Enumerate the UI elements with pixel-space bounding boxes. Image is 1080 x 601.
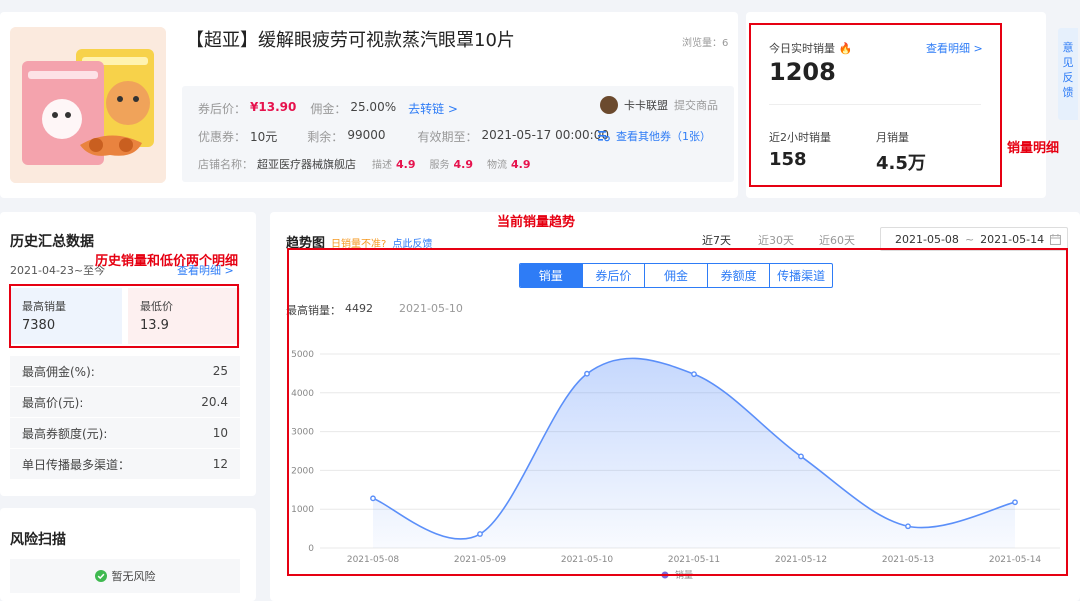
service-score: 4.9 xyxy=(453,158,474,171)
commission-value: 25.00% xyxy=(350,100,397,114)
trend-chart-highlight xyxy=(287,248,1068,576)
date-start: 2021-05-08 xyxy=(895,232,959,246)
shop-name[interactable]: 超亚医疗器械旗舰店 xyxy=(257,156,356,172)
current-trend-note: 当前销量趋势 xyxy=(497,215,576,230)
feedback-side-tab[interactable]: 意见反馈 xyxy=(1058,28,1078,120)
date-separator: ~ xyxy=(964,232,975,246)
history-row-label: 最高价(元): xyxy=(22,395,84,410)
alliance-row: 卡卡联盟 提交商品 xyxy=(600,96,718,114)
history-row-value: 12 xyxy=(212,457,228,471)
logistics-score: 4.9 xyxy=(511,158,531,171)
risk-title: 风险扫描 xyxy=(10,532,66,548)
remaining-label: 剩余： xyxy=(307,130,344,144)
logistics-label: 物流 xyxy=(487,160,507,171)
desc-label: 描述 xyxy=(372,160,392,171)
history-row-max-channels: 单日传播最多渠道： 12 xyxy=(10,449,240,479)
coupon-label: 优惠券： xyxy=(198,130,247,144)
service-label: 服务 xyxy=(429,160,450,171)
risk-status: 暂无风险 xyxy=(111,570,156,583)
alliance-avatar xyxy=(600,96,618,114)
shop-row: 店铺名称： 超亚医疗器械旗舰店 描述 4.9 服务 4.9 物流 4.9 xyxy=(198,156,531,172)
other-coupons-link[interactable]: 查看其他券（1张） xyxy=(598,128,711,144)
coupon-row: 优惠券： 10元 剩余： 99000 有效期至： 2021-05-17 00:0… xyxy=(198,128,609,145)
sales-detail-note: 销量明细 xyxy=(1007,141,1060,156)
product-image[interactable] xyxy=(10,27,166,183)
history-row-label: 最高佣金(%): xyxy=(22,364,95,379)
price-label: 券后价： xyxy=(198,102,247,116)
commission-label: 佣金： xyxy=(310,102,347,116)
alliance-name[interactable]: 卡卡联盟 xyxy=(624,97,668,113)
product-image-graphic xyxy=(10,27,166,183)
history-row-label: 最高券额度(元): xyxy=(22,426,108,441)
price-row: 券后价： ¥13.90 佣金： 25.00% 去转链 > xyxy=(198,100,458,117)
valid-value: 2021-05-17 00:00:00 xyxy=(481,128,609,142)
history-row-max-price: 最高价(元): 20.4 xyxy=(10,387,240,417)
coupon-list-icon xyxy=(598,131,610,142)
history-row-value: 25 xyxy=(212,364,228,378)
range-60d[interactable]: 近60天 xyxy=(819,232,855,248)
price-value: ¥13.90 xyxy=(250,100,297,114)
shop-label: 店铺名称： xyxy=(198,158,253,171)
sales-detail-highlight xyxy=(749,23,1002,187)
history-row-max-commission: 最高佣金(%): 25 xyxy=(10,356,240,386)
risk-status-box: 暂无风险 xyxy=(10,559,240,593)
remaining-value: 99000 xyxy=(347,128,386,142)
range-30d[interactable]: 近30天 xyxy=(758,232,794,248)
valid-label: 有效期至： xyxy=(417,130,478,144)
history-row-value: 10 xyxy=(212,426,228,440)
other-coupons-label: 查看其他券（1张） xyxy=(616,130,711,143)
history-title: 历史汇总数据 xyxy=(10,234,94,250)
check-circle-icon xyxy=(94,570,107,582)
coupon-value: 10元 xyxy=(250,130,278,144)
history-date-range: 2021-04-23~至今 xyxy=(10,264,106,277)
desc-score: 4.9 xyxy=(396,158,416,171)
history-detail-highlight xyxy=(9,284,239,348)
history-row-label: 单日传播最多渠道： xyxy=(22,457,131,472)
submit-product-link[interactable]: 提交商品 xyxy=(674,97,718,113)
history-row-value: 20.4 xyxy=(201,395,228,409)
convert-link-button[interactable]: 去转链 > xyxy=(408,100,458,117)
view-count: 浏览量：6 xyxy=(682,38,729,49)
history-detail-note: 历史销量和低价两个明细 xyxy=(95,254,239,269)
calendar-icon xyxy=(1050,233,1061,245)
range-7d[interactable]: 近7天 xyxy=(702,232,731,248)
product-title[interactable]: 【超亚】缓解眼疲劳可视款蒸汽眼罩10片 xyxy=(186,26,515,52)
date-end: 2021-05-14 xyxy=(980,232,1045,246)
history-row-max-coupon: 最高券额度(元): 10 xyxy=(10,418,240,448)
